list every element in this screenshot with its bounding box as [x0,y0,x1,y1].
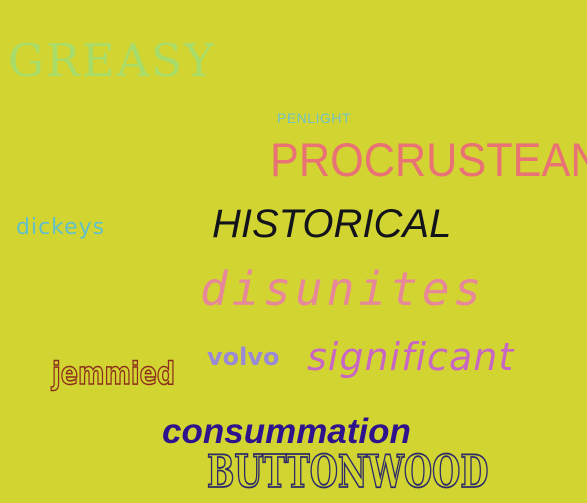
word-dickeys: dickeys [16,215,106,240]
word-disunites: disunites [200,262,486,316]
word-jemmied: jemmied [51,356,176,392]
word-penlight: PENLIGHT [277,110,352,126]
word-significant: significant [307,335,515,379]
word-volvo: volvo [207,343,280,371]
word-buttonwood: BUTTONWOOD [206,445,489,498]
word-historical: HISTORICAL [212,202,452,246]
word-procrustean: PROCRUSTEAN [270,133,587,186]
word-greasy: GREASY [8,34,216,87]
word-consummation: consummation [162,412,411,451]
